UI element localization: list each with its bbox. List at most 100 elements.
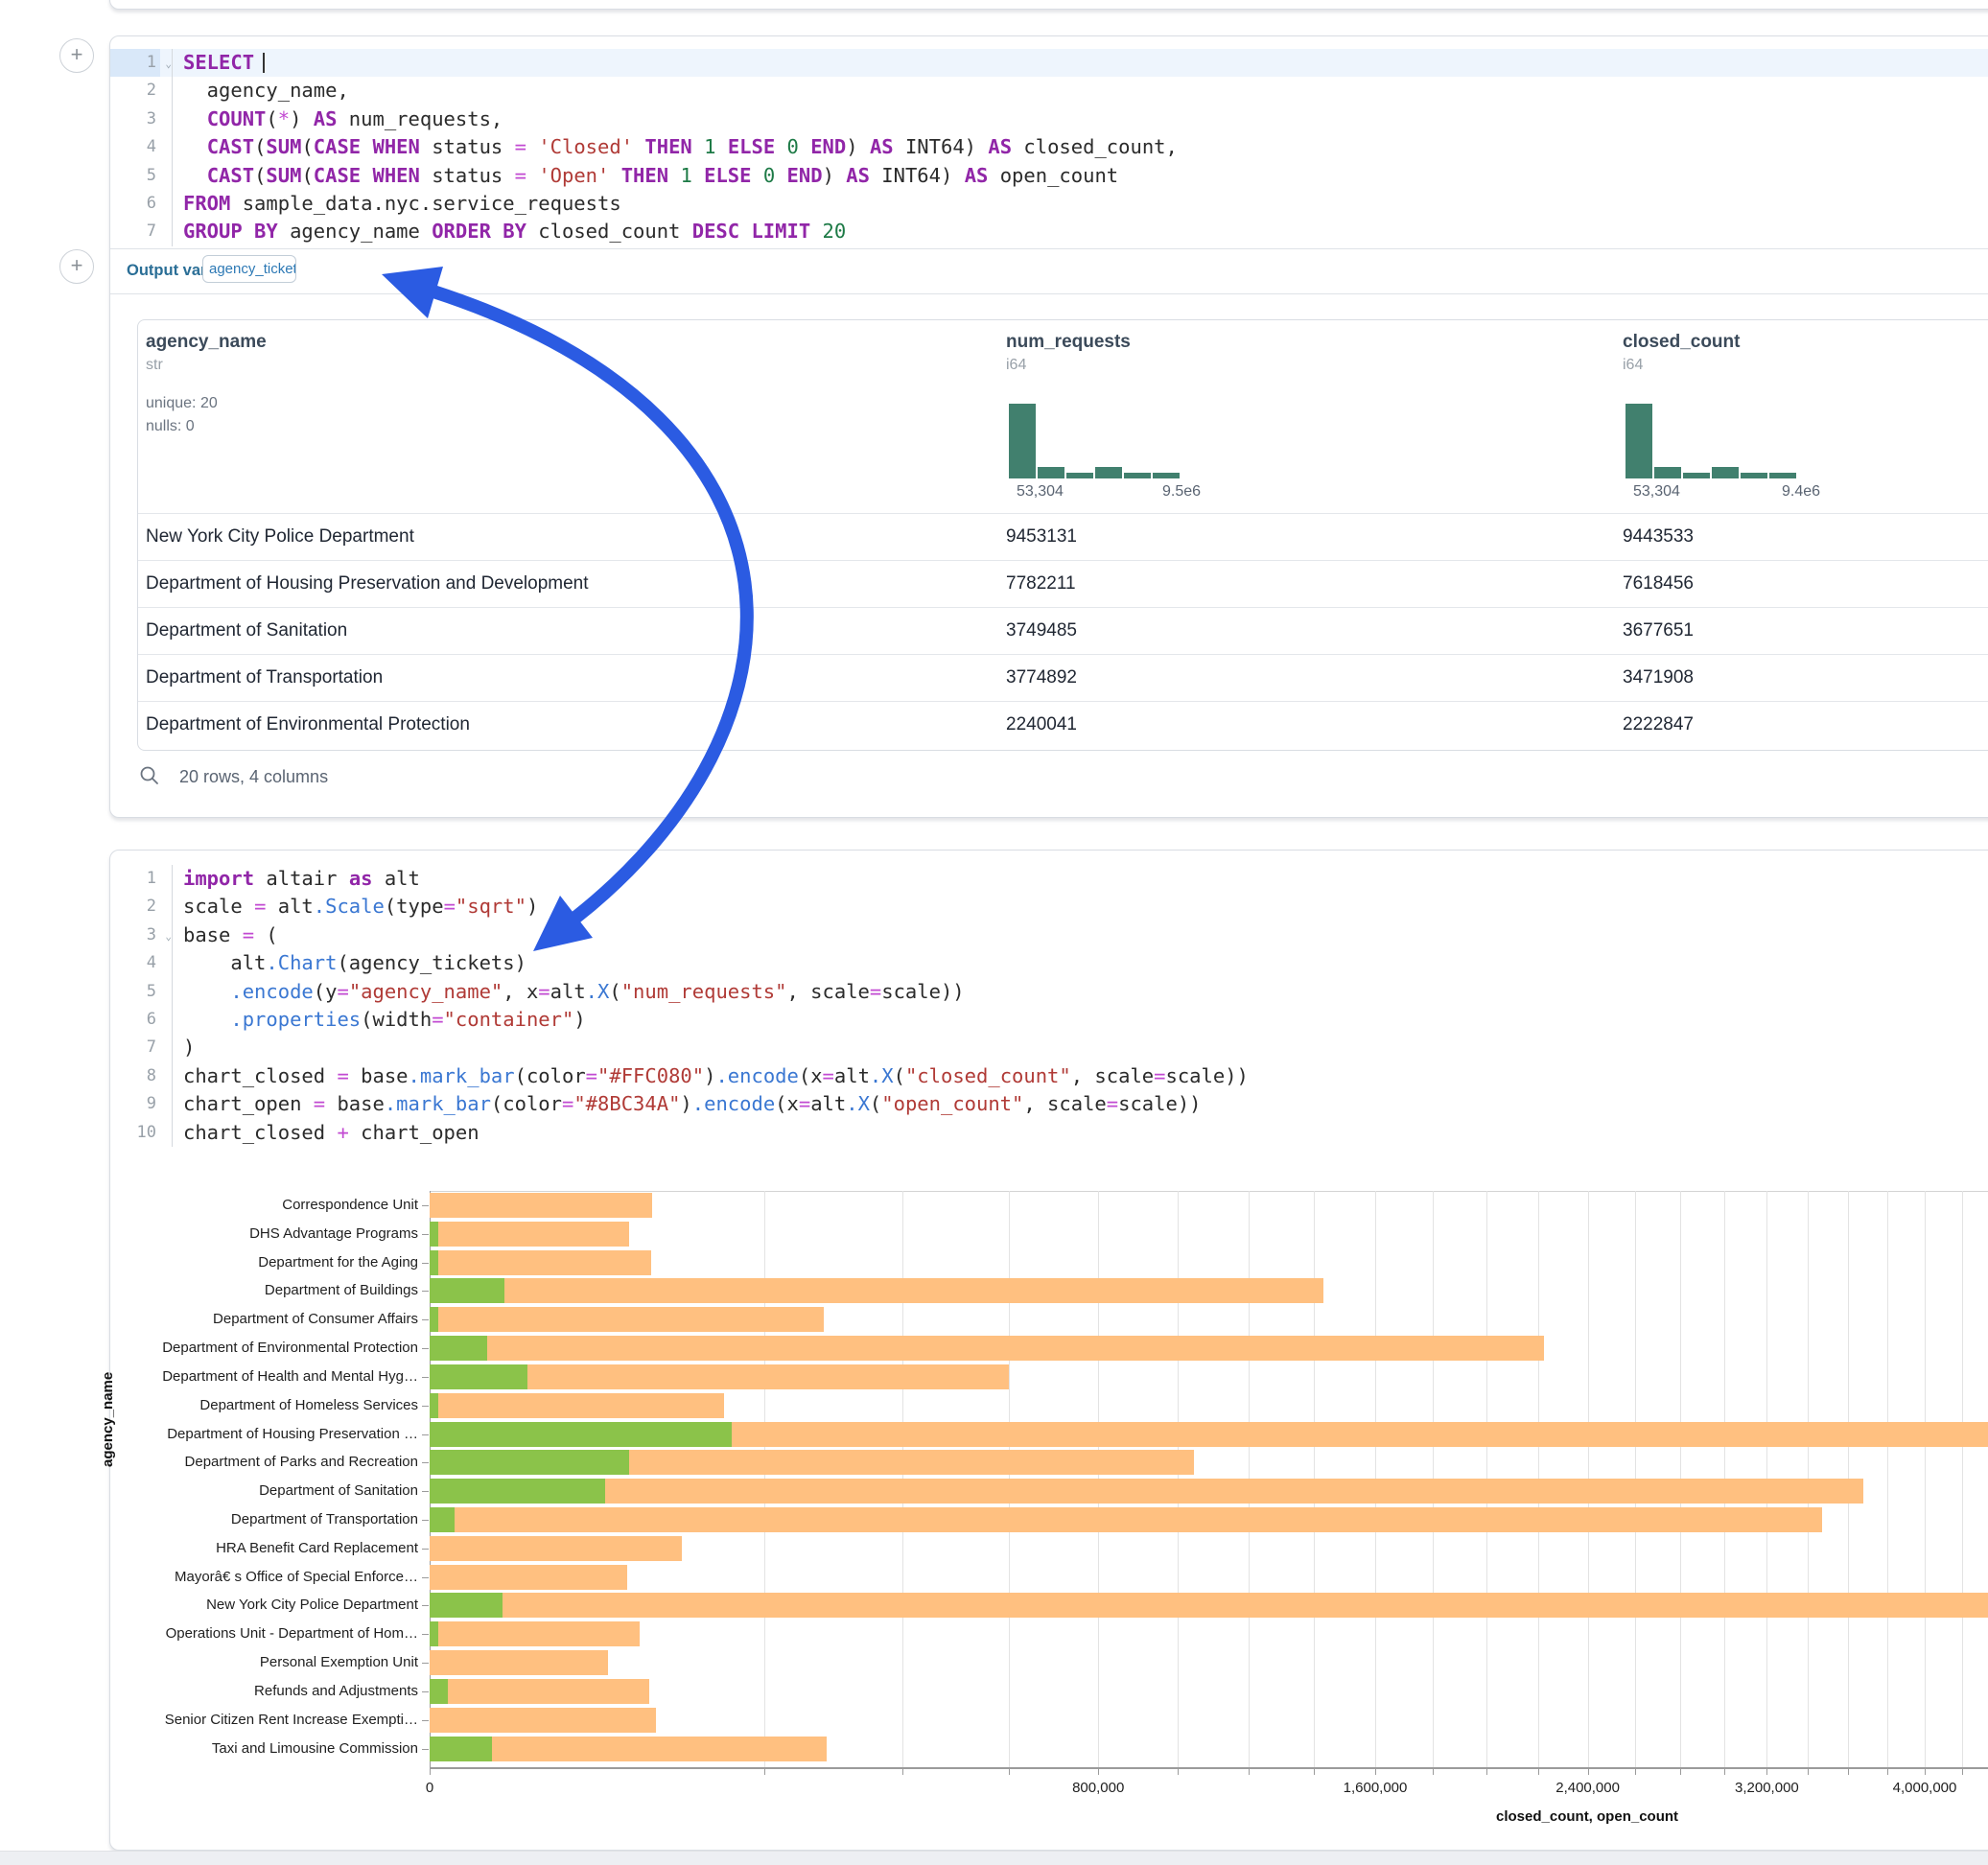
table-cell: 7782211	[1006, 573, 1076, 594]
table-cell: Department of Sanitation	[146, 620, 347, 641]
table-cell: New York City Police Department	[146, 526, 414, 548]
table-row[interactable]: New York City Police Department 9453131 94…	[138, 513, 1988, 561]
histogram-bar	[1769, 473, 1796, 478]
code-line[interactable]: 4 CAST(SUM(CASE WHEN status = 'Closed' T…	[110, 133, 1988, 161]
column-stat-nulls: nulls: 0	[146, 418, 195, 435]
gutter-divider	[172, 893, 173, 921]
table-cell: 9443533	[1623, 526, 1694, 548]
gutter-divider	[172, 921, 173, 949]
line-number: 2	[110, 893, 160, 921]
python-code-editor[interactable]: 1 import altair as alt 2 scale = alt.Scale(…	[110, 865, 1988, 1147]
line-number: 1	[110, 865, 160, 893]
gutter-divider	[172, 1090, 173, 1118]
gutter-divider	[172, 978, 173, 1006]
gutter-divider	[172, 162, 173, 190]
gutter-divider	[172, 865, 173, 893]
table-cell: 2240041	[1006, 714, 1077, 735]
table-search-icon[interactable]	[139, 765, 160, 786]
gutter-divider	[172, 218, 173, 245]
gutter-divider	[172, 1006, 173, 1034]
code-line[interactable]: 1 import altair as alt	[110, 865, 1988, 893]
divider	[110, 293, 1988, 294]
table-cell: 9453131	[1006, 526, 1077, 548]
code-text: scale = alt.Scale(type="sqrt")	[183, 893, 538, 921]
code-line[interactable]: 2 scale = alt.Scale(type="sqrt")	[110, 893, 1988, 921]
code-line[interactable]: 1⌄SELECT	[110, 49, 1988, 77]
line-number: 5	[110, 162, 160, 190]
fold-chevron-icon[interactable]: ⌄	[165, 922, 172, 950]
code-text: .encode(y="agency_name", x=alt.X("num_re…	[183, 978, 965, 1006]
code-text: GROUP BY agency_name ORDER BY closed_cou…	[183, 218, 846, 245]
table-cell: Department of Housing Preservation and D…	[146, 573, 589, 594]
table-row[interactable]: Department of Housing Preservation and D…	[138, 560, 1988, 608]
column-header-num-requests[interactable]: num_requests	[1006, 332, 1131, 353]
page-bottom-band	[0, 1851, 1988, 1865]
code-line[interactable]: 3 COUNT(*) AS num_requests,	[110, 105, 1988, 133]
code-line[interactable]: 5 CAST(SUM(CASE WHEN status = 'Open' THE…	[110, 162, 1988, 190]
histogram-bar	[1625, 404, 1652, 478]
gutter-divider	[172, 1034, 173, 1061]
code-line[interactable]: 3⌄base = (	[110, 921, 1988, 949]
code-line[interactable]: 6 .properties(width="container")	[110, 1006, 1988, 1034]
table-cell: Department of Transportation	[146, 667, 383, 688]
table-cell: Department of Environmental Protection	[146, 714, 470, 735]
gutter-divider	[172, 49, 173, 77]
sql-code-editor[interactable]: 1⌄SELECT2 agency_name,3 COUNT(*) AS num_…	[110, 49, 1988, 246]
line-number: 4	[110, 133, 160, 161]
code-text: chart_closed + chart_open	[183, 1119, 479, 1147]
table-row[interactable]: Department of Transportation377489234719…	[138, 654, 1988, 702]
code-text: base = (	[183, 921, 278, 949]
fold-chevron-icon[interactable]: ⌄	[165, 50, 172, 78]
code-line[interactable]: 2 agency_name,	[110, 77, 1988, 105]
result-table: agency_name str unique: 20 nulls: 0 num_…	[137, 319, 1988, 751]
previous-cell-edge	[109, 0, 1988, 10]
gutter-divider	[172, 77, 173, 105]
line-number: 6	[110, 190, 160, 218]
python-cell: 1 import altair as alt 2 scale = alt.Scale(…	[109, 850, 1988, 1851]
column-header-agency-name[interactable]: agency_name	[146, 332, 267, 353]
output-variable-input[interactable]: agency_tickets	[202, 255, 296, 283]
divider	[110, 248, 1988, 249]
table-row[interactable]: Department of Sanitation37494853677651	[138, 607, 1988, 655]
histogram-bar	[1009, 404, 1036, 478]
code-line[interactable]: 5 .encode(y="agency_name", x=alt.X("num_…	[110, 978, 1988, 1006]
histogram-bar	[1095, 467, 1122, 478]
line-number: 8	[110, 1062, 160, 1090]
table-cell: 3749485	[1006, 620, 1077, 641]
add-cell-button-mid[interactable]: +	[59, 249, 94, 284]
line-number: 2	[110, 77, 160, 105]
histogram-bar	[1153, 473, 1180, 478]
column-type: str	[146, 357, 163, 374]
code-text: CAST(SUM(CASE WHEN status = 'Open' THEN …	[183, 162, 1118, 190]
code-line[interactable]: 10chart_closed + chart_open	[110, 1119, 1988, 1147]
table-cell: 2222847	[1623, 714, 1694, 735]
gutter-divider	[172, 190, 173, 218]
histogram-min-label: 53,304	[1633, 483, 1680, 501]
line-number: 6	[110, 1006, 160, 1034]
table-row-count: 20 rows, 4 columns	[179, 767, 328, 787]
code-line[interactable]: 7 GROUP BY agency_name ORDER BY closed_co…	[110, 218, 1988, 245]
code-text: )	[183, 1034, 195, 1061]
code-text: FROM sample_data.nyc.service_requests	[183, 190, 621, 218]
code-line[interactable]: 6 FROM sample_data.nyc.service_requests	[110, 190, 1988, 218]
line-number: 9	[110, 1090, 160, 1118]
code-line[interactable]: 4 alt.Chart(agency_tickets)	[110, 949, 1988, 977]
histogram-bar	[1124, 473, 1151, 478]
code-text: import altair as alt	[183, 865, 420, 893]
table-row[interactable]: Department of Environmental Protection 22…	[138, 701, 1988, 749]
code-line[interactable]: 7)	[110, 1034, 1988, 1061]
line-number: 4	[110, 949, 160, 977]
gutter-divider	[172, 1119, 173, 1147]
column-stat-unique: unique: 20	[146, 395, 218, 412]
code-text: CAST(SUM(CASE WHEN status = 'Closed' THE…	[183, 133, 1178, 161]
table-cell: 3471908	[1623, 667, 1694, 688]
add-cell-button-top[interactable]: +	[59, 38, 94, 73]
line-number: 7	[110, 218, 160, 245]
code-line[interactable]: 9chart_open = base.mark_bar(color="#8BC3…	[110, 1090, 1988, 1118]
line-number: 7	[110, 1034, 160, 1061]
column-header-closed-count[interactable]: closed_count	[1623, 332, 1740, 353]
sql-cell: 1⌄SELECT2 agency_name,3 COUNT(*) AS num_…	[109, 35, 1988, 818]
histogram-max-label: 9.5e6	[1162, 483, 1201, 501]
line-number: 1⌄	[110, 49, 160, 77]
code-line[interactable]: 8chart_closed = base.mark_bar(color="#FF…	[110, 1062, 1988, 1090]
